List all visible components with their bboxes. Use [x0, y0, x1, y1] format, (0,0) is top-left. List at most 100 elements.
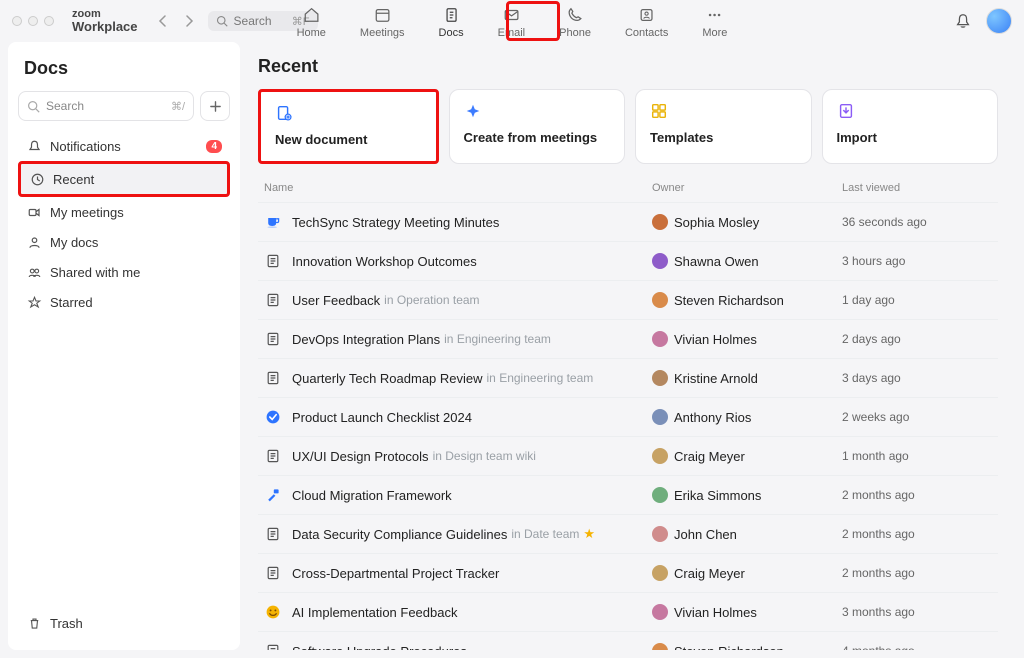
topnav-home[interactable]: Home [291, 1, 332, 41]
table-row[interactable]: Innovation Workshop Outcomes Shawna Owen… [258, 241, 998, 280]
sidebar-item-label: Notifications [50, 139, 121, 154]
last-viewed: 3 days ago [842, 371, 992, 385]
search-icon [216, 15, 228, 27]
owner-avatar [652, 331, 668, 347]
col-name[interactable]: Name [264, 182, 652, 194]
owner-avatar [652, 409, 668, 425]
profile-avatar[interactable] [986, 8, 1012, 34]
owner-name: Steven Richardson [674, 644, 784, 651]
action-cards: New document Create from meetings Templa… [258, 89, 998, 164]
bell-icon [26, 138, 42, 154]
topnav-more[interactable]: More [696, 1, 733, 41]
window-controls[interactable] [12, 16, 54, 26]
topnav-email[interactable]: Email [492, 1, 532, 41]
owner-name: Steven Richardson [674, 293, 784, 308]
table-row[interactable]: DevOps Integration Plans in Engineering … [258, 319, 998, 358]
table-row[interactable]: Cross-Departmental Project Tracker Craig… [258, 553, 998, 592]
last-viewed: 2 months ago [842, 566, 992, 580]
doc-title: Data Security Compliance Guidelines [292, 527, 507, 542]
table-row[interactable]: Product Launch Checklist 2024 Anthony Ri… [258, 397, 998, 436]
card-templates[interactable]: Templates [635, 89, 812, 164]
doc-type-icon [264, 213, 282, 231]
doc-type-icon [264, 291, 282, 309]
last-viewed: 2 months ago [842, 488, 992, 502]
new-doc-icon [275, 104, 293, 122]
nav-back-button[interactable] [152, 10, 174, 32]
top-navigation: Home Meetings Docs Email Phone Contacts … [291, 1, 734, 41]
card-create-from-meetings[interactable]: Create from meetings [449, 89, 626, 164]
doc-title: Quarterly Tech Roadmap Review [292, 371, 483, 386]
sidebar-item-label: Shared with me [50, 265, 140, 280]
owner-avatar [652, 370, 668, 386]
star-icon [26, 294, 42, 310]
owner-name: Vivian Holmes [674, 332, 757, 347]
contacts-icon [637, 5, 657, 25]
table-row[interactable]: TechSync Strategy Meeting Minutes Sophia… [258, 202, 998, 241]
person-icon [26, 234, 42, 250]
owner-name: Vivian Holmes [674, 605, 757, 620]
owner-avatar [652, 253, 668, 269]
sidebar-item-my-docs[interactable]: My docs [18, 227, 230, 257]
sidebar-search[interactable]: Search ⌘/ [18, 91, 194, 121]
topnav-meetings[interactable]: Meetings [354, 1, 411, 41]
last-viewed: 4 months ago [842, 644, 992, 650]
topnav-contacts[interactable]: Contacts [619, 1, 674, 41]
doc-type-icon [264, 642, 282, 650]
nav-forward-button[interactable] [178, 10, 200, 32]
doc-type-icon [264, 525, 282, 543]
table-row[interactable]: AI Implementation Feedback Vivian Holmes… [258, 592, 998, 631]
doc-title: AI Implementation Feedback [292, 605, 457, 620]
table-header: Name Owner Last viewed [258, 172, 998, 202]
owner-name: Erika Simmons [674, 488, 761, 503]
history-nav [152, 10, 200, 32]
card-new-document[interactable]: New document [258, 89, 439, 164]
sidebar-item-label: My meetings [50, 205, 124, 220]
owner-name: Sophia Mosley [674, 215, 759, 230]
table-row[interactable]: Cloud Migration Framework Erika Simmons … [258, 475, 998, 514]
trash-icon [26, 615, 42, 631]
doc-title: Innovation Workshop Outcomes [292, 254, 477, 269]
table-row[interactable]: Data Security Compliance Guidelines in D… [258, 514, 998, 553]
owner-avatar [652, 214, 668, 230]
sidebar-item-trash[interactable]: Trash [18, 608, 230, 638]
owner-avatar [652, 604, 668, 620]
col-viewed[interactable]: Last viewed [842, 182, 992, 194]
owner-avatar [652, 643, 668, 650]
sidebar-item-starred[interactable]: Starred [18, 287, 230, 317]
last-viewed: 36 seconds ago [842, 215, 992, 229]
sidebar-item-recent[interactable]: Recent [18, 161, 230, 197]
last-viewed: 2 months ago [842, 527, 992, 541]
sidebar-item-label: My docs [50, 235, 98, 250]
more-icon [705, 5, 725, 25]
owner-avatar [652, 292, 668, 308]
owner-avatar [652, 448, 668, 464]
notifications-bell-icon[interactable] [954, 12, 972, 30]
search-icon [27, 100, 40, 113]
sidebar-item-shared[interactable]: Shared with me [18, 257, 230, 287]
topnav-docs[interactable]: Docs [433, 1, 470, 41]
table-row[interactable]: User Feedback in Operation team Steven R… [258, 280, 998, 319]
last-viewed: 3 hours ago [842, 254, 992, 268]
table-row[interactable]: Quarterly Tech Roadmap Review in Enginee… [258, 358, 998, 397]
col-owner[interactable]: Owner [652, 182, 842, 194]
table-row[interactable]: Software Upgrade Procedures Steven Richa… [258, 631, 998, 650]
last-viewed: 3 months ago [842, 605, 992, 619]
doc-title: Software Upgrade Procedures [292, 644, 467, 651]
sidebar-item-notifications[interactable]: Notifications 4 [18, 131, 230, 161]
sidebar-add-button[interactable] [200, 91, 230, 121]
sidebar-item-my-meetings[interactable]: My meetings [18, 197, 230, 227]
doc-context: in Design team wiki [433, 449, 536, 463]
doc-title: Cloud Migration Framework [292, 488, 452, 503]
topbar: zoom Workplace Search ⌘F Home Meetings D… [0, 0, 1024, 42]
doc-type-icon [264, 252, 282, 270]
table-row[interactable]: UX/UI Design Protocols in Design team wi… [258, 436, 998, 475]
topnav-phone[interactable]: Phone [553, 1, 597, 41]
owner-name: Kristine Arnold [674, 371, 758, 386]
home-icon [301, 5, 321, 25]
card-import[interactable]: Import [822, 89, 999, 164]
owner-name: Shawna Owen [674, 254, 759, 269]
calendar-icon [372, 5, 392, 25]
plus-icon [209, 100, 222, 113]
brand-bottom: Workplace [72, 20, 138, 33]
doc-title: DevOps Integration Plans [292, 332, 440, 347]
